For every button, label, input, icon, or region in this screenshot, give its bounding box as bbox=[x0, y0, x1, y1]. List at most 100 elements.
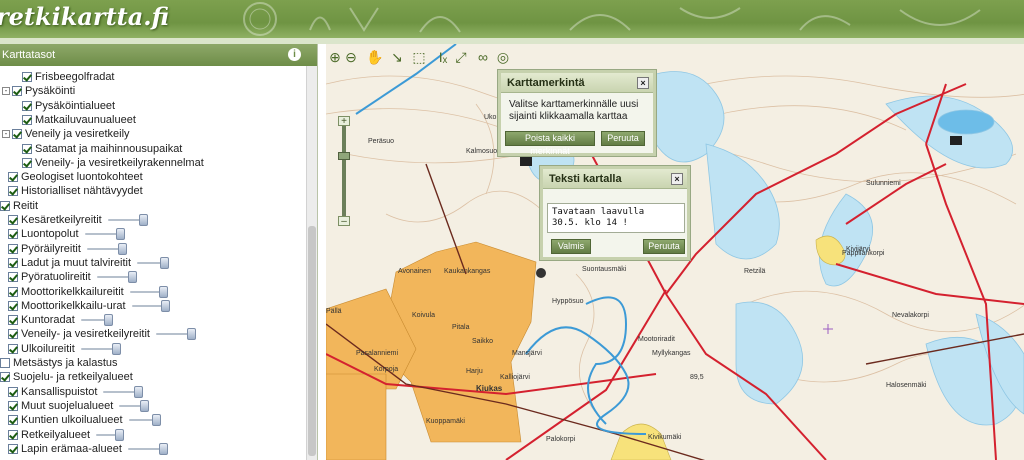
layer-item[interactable]: Moottorikelkkailu-urat bbox=[8, 299, 170, 313]
export-icon[interactable]: ⤢ bbox=[452, 48, 470, 66]
opacity-slider[interactable] bbox=[96, 428, 125, 441]
layer-checkbox[interactable] bbox=[8, 315, 18, 326]
layer-item[interactable]: Metsästys ja kalastus bbox=[0, 356, 118, 370]
opacity-slider[interactable] bbox=[128, 414, 161, 427]
slider-thumb[interactable] bbox=[158, 285, 168, 298]
zoom-knob[interactable] bbox=[338, 152, 350, 160]
zoom-minus-icon[interactable]: – bbox=[338, 216, 350, 227]
opacity-slider[interactable] bbox=[80, 314, 113, 327]
layer-checkbox[interactable] bbox=[22, 100, 32, 111]
layer-checkbox[interactable] bbox=[22, 114, 32, 125]
opacity-slider[interactable] bbox=[84, 228, 125, 241]
layer-checkbox[interactable] bbox=[12, 129, 22, 140]
layer-checkbox[interactable] bbox=[8, 386, 18, 397]
layer-checkbox[interactable] bbox=[22, 143, 32, 154]
opacity-slider[interactable] bbox=[119, 399, 150, 412]
opacity-slider[interactable] bbox=[129, 285, 168, 298]
collapse-toggle-icon[interactable]: - bbox=[2, 130, 10, 139]
layer-item[interactable]: Veneily- ja vesiretkeilyreitit bbox=[8, 327, 196, 341]
map-view[interactable]: ⊕⊖✋↘⬚Iₓ⤢∞◎ + – UkonkangasKalmosuoPeräsuo… bbox=[326, 44, 1024, 460]
site-logo[interactable]: retkikartta.fi bbox=[0, 2, 169, 31]
measure-icon[interactable]: ↘ bbox=[388, 48, 406, 66]
layer-checkbox[interactable] bbox=[0, 358, 10, 369]
close-icon[interactable]: × bbox=[671, 173, 683, 185]
layer-checkbox[interactable] bbox=[8, 172, 18, 183]
layer-checkbox[interactable] bbox=[8, 286, 18, 297]
pan-hand-icon[interactable]: ✋ bbox=[366, 48, 384, 66]
slider-thumb[interactable] bbox=[160, 299, 170, 312]
layer-checkbox[interactable] bbox=[8, 415, 18, 426]
layer-checkbox[interactable] bbox=[12, 86, 22, 97]
layer-checkbox[interactable] bbox=[8, 272, 18, 283]
slider-thumb[interactable] bbox=[111, 342, 121, 355]
layer-item[interactable]: Kuntoradat bbox=[8, 313, 113, 327]
slider-thumb[interactable] bbox=[187, 328, 196, 341]
layer-checkbox[interactable] bbox=[8, 186, 18, 197]
layer-item[interactable]: Veneily- ja vesiretkeilyrakennelmat bbox=[22, 156, 204, 170]
layer-checkbox[interactable] bbox=[0, 200, 10, 211]
layer-item[interactable]: - Pysäköinti bbox=[2, 84, 75, 98]
link-icon[interactable]: ∞ bbox=[474, 48, 492, 66]
opacity-slider[interactable] bbox=[131, 299, 170, 312]
layer-checkbox[interactable] bbox=[8, 343, 18, 354]
slider-thumb[interactable] bbox=[127, 271, 137, 284]
layer-panel-scrollbar[interactable] bbox=[306, 66, 317, 460]
slider-thumb[interactable] bbox=[151, 414, 161, 427]
layer-checkbox[interactable] bbox=[8, 443, 18, 454]
layer-item[interactable]: Frisbeegolfradat bbox=[22, 70, 115, 84]
zoom-out-icon[interactable]: ⊖ bbox=[342, 48, 360, 66]
layer-item[interactable]: Geologiset luontokohteet bbox=[8, 170, 143, 184]
layer-item[interactable]: Kansallispuistot bbox=[8, 385, 144, 399]
slider-thumb[interactable] bbox=[103, 314, 113, 327]
layer-item[interactable]: Kuntien ulkoilualueet bbox=[8, 413, 161, 427]
layer-item[interactable]: Kesäretkeilyreitit bbox=[8, 213, 148, 227]
layer-item[interactable]: - Veneily ja vesiretkeily bbox=[2, 127, 130, 141]
layer-checkbox[interactable] bbox=[8, 429, 18, 440]
marker-cancel-button[interactable]: Peruuta bbox=[601, 131, 645, 146]
collapse-toggle-icon[interactable]: - bbox=[2, 87, 10, 96]
layer-checkbox[interactable] bbox=[8, 215, 18, 226]
layer-item[interactable]: Moottorikelkkailureitit bbox=[8, 285, 168, 299]
layer-checkbox[interactable] bbox=[0, 372, 10, 383]
layer-item[interactable]: Lapin erämaa-alueet bbox=[8, 442, 168, 456]
slider-thumb[interactable] bbox=[115, 228, 125, 241]
layer-item[interactable]: Luontopolut bbox=[8, 227, 125, 241]
layer-item[interactable]: Pyöratuolireitit bbox=[8, 270, 137, 284]
zoom-plus-icon[interactable]: + bbox=[338, 116, 350, 127]
text-icon[interactable]: Iₓ bbox=[434, 48, 452, 66]
opacity-slider[interactable] bbox=[137, 256, 170, 269]
slider-thumb[interactable] bbox=[134, 385, 144, 398]
layer-item[interactable]: Pysäköintialueet bbox=[22, 99, 115, 113]
slider-thumb[interactable] bbox=[138, 214, 148, 227]
opacity-slider[interactable] bbox=[96, 271, 137, 284]
scrollbar-thumb[interactable] bbox=[308, 226, 316, 456]
info-icon[interactable]: i bbox=[288, 48, 301, 61]
layer-checkbox[interactable] bbox=[22, 72, 32, 83]
layer-checkbox[interactable] bbox=[22, 157, 32, 168]
slider-thumb[interactable] bbox=[117, 242, 127, 255]
opacity-slider[interactable] bbox=[103, 385, 144, 398]
marker-icon[interactable]: ◎ bbox=[494, 48, 512, 66]
map-text-ok-button[interactable]: Valmis bbox=[551, 239, 591, 254]
layer-checkbox[interactable] bbox=[8, 229, 18, 240]
map-text-input[interactable]: Tavataan laavulla 30.5. klo 14 ! bbox=[547, 203, 685, 233]
layer-item[interactable]: Reitit bbox=[0, 199, 38, 213]
map-text-cancel-button[interactable]: Peruuta bbox=[643, 239, 685, 254]
opacity-slider[interactable] bbox=[127, 442, 168, 455]
layer-checkbox[interactable] bbox=[8, 300, 18, 311]
layer-item[interactable]: Matkailuvaunualueet bbox=[22, 113, 136, 127]
opacity-slider[interactable] bbox=[86, 242, 127, 255]
layer-checkbox[interactable] bbox=[8, 400, 18, 411]
opacity-slider[interactable] bbox=[107, 214, 148, 227]
slider-thumb[interactable] bbox=[158, 442, 168, 455]
slider-thumb[interactable] bbox=[115, 428, 125, 441]
layer-checkbox[interactable] bbox=[8, 243, 18, 254]
layer-item[interactable]: Suojelu- ja retkeilyalueet bbox=[0, 370, 133, 384]
zoom-track[interactable] bbox=[342, 126, 346, 216]
layer-item[interactable]: Muut suojelualueet bbox=[8, 399, 150, 413]
layer-item[interactable]: Pyöräilyreitit bbox=[8, 242, 127, 256]
slider-thumb[interactable] bbox=[140, 399, 150, 412]
layer-item[interactable]: Satamat ja maihinnousupaikat bbox=[22, 142, 182, 156]
remove-all-markers-button[interactable]: Poista kaikki merkinnät bbox=[505, 131, 595, 156]
layer-item[interactable]: Retkeilyalueet bbox=[8, 428, 125, 442]
